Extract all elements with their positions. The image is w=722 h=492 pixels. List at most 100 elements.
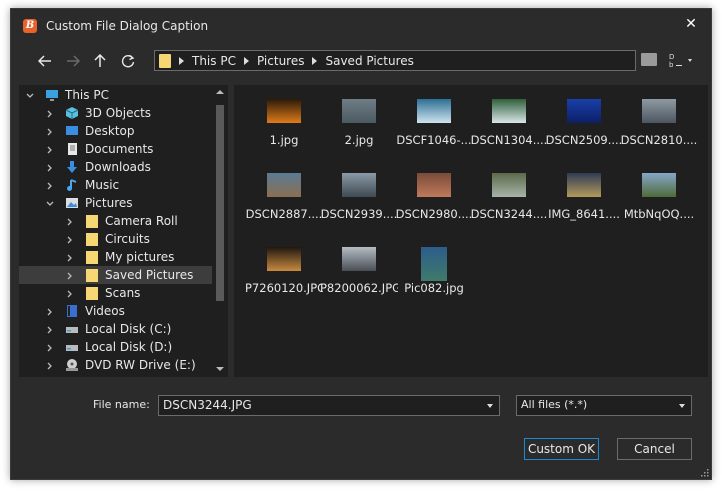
- file-name-value[interactable]: DSCN3244.JPG: [163, 398, 252, 412]
- file-item[interactable]: Pic082.jpg: [397, 243, 471, 313]
- tree-item-circuits[interactable]: Circuits: [19, 230, 212, 248]
- tree-item-local-disk-c[interactable]: Local Disk (C:): [19, 320, 212, 338]
- file-name: DSCF1046-...: [396, 133, 472, 147]
- tree-item-saved-pictures[interactable]: Saved Pictures: [19, 266, 212, 284]
- scroll-down-icon[interactable]: [216, 367, 224, 371]
- chevron-down-icon[interactable]: [45, 198, 55, 208]
- file-name: DSCN2887....: [245, 207, 323, 221]
- image-thumbnail: [267, 173, 301, 197]
- tree-item-music[interactable]: Music: [19, 176, 212, 194]
- file-item[interactable]: IMG_8641....: [547, 169, 621, 239]
- chevron-right-icon[interactable]: [45, 180, 55, 190]
- breadcrumb-saved-pictures[interactable]: Saved Pictures: [310, 54, 419, 68]
- chevron-right-icon[interactable]: [65, 252, 75, 262]
- file-item[interactable]: DSCN2810....: [621, 95, 697, 165]
- resize-grip-icon[interactable]: [699, 467, 709, 477]
- tree-item-documents[interactable]: Documents: [19, 140, 212, 158]
- tree-item-3d-objects[interactable]: 3D Objects: [19, 104, 212, 122]
- file-name: DSCN1304....: [470, 133, 548, 147]
- image-thumbnail: [492, 99, 526, 123]
- file-item[interactable]: DSCN2980....: [395, 169, 473, 239]
- chevron-down-icon[interactable]: [25, 90, 35, 100]
- tree-item-label: Music: [85, 178, 120, 192]
- tree-item-label: This PC: [65, 88, 109, 102]
- up-arrow-icon[interactable]: [88, 49, 112, 73]
- chevron-right-icon[interactable]: [45, 144, 55, 154]
- tree-item-label: Videos: [85, 304, 125, 318]
- chevron-right-icon[interactable]: [45, 306, 55, 316]
- file-list[interactable]: 1.jpg 2.jpg DSCF1046-... DSCN1304.... DSCN25…: [234, 85, 708, 377]
- folder-icon: [85, 286, 99, 300]
- tree-item-label: Downloads: [85, 160, 151, 174]
- chevron-right-icon[interactable]: [45, 108, 55, 118]
- chevron-right-icon[interactable]: [45, 342, 55, 352]
- file-item[interactable]: DSCF1046-...: [396, 95, 472, 165]
- image-thumbnail: [342, 247, 376, 271]
- file-type-value: All files (*.*): [521, 398, 588, 411]
- file-dialog-window: B Custom File Dialog Caption ✕ This PC P…: [10, 8, 712, 480]
- chevron-down-icon[interactable]: [679, 404, 685, 408]
- videos-icon: [65, 304, 79, 318]
- file-item[interactable]: DSCN2509....: [546, 95, 622, 165]
- chevron-right-icon[interactable]: [65, 270, 75, 280]
- chevron-right-icon[interactable]: [45, 162, 55, 172]
- file-name: 2.jpg: [344, 133, 374, 147]
- file-name-combobox[interactable]: DSCN3244.JPG: [158, 395, 500, 416]
- address-bar[interactable]: This PC Pictures Saved Pictures: [154, 50, 636, 71]
- file-item[interactable]: 1.jpg: [247, 95, 321, 165]
- chevron-right-icon[interactable]: [65, 234, 75, 244]
- file-name: DSCN2980....: [395, 207, 473, 221]
- tree-item-videos[interactable]: Videos: [19, 302, 212, 320]
- file-item[interactable]: DSCN3244....: [471, 169, 547, 239]
- file-item[interactable]: DSCN2887....: [245, 169, 323, 239]
- back-arrow-icon[interactable]: [33, 49, 57, 73]
- chevron-right-icon[interactable]: [65, 288, 75, 298]
- tree-item-scans[interactable]: Scans: [19, 284, 212, 302]
- tree-item-pictures[interactable]: Pictures: [19, 194, 212, 212]
- breadcrumb-pictures[interactable]: Pictures: [242, 54, 311, 68]
- tree-item-label: Local Disk (D:): [85, 340, 173, 354]
- file-item[interactable]: MtbNqOQ....: [622, 169, 696, 239]
- new-folder-icon[interactable]: [641, 53, 657, 66]
- tree-item-label: Local Disk (C:): [85, 322, 172, 336]
- image-thumbnail: [492, 173, 526, 197]
- tree-item-camera-roll[interactable]: Camera Roll: [19, 212, 212, 230]
- ok-button[interactable]: Custom OK: [524, 438, 599, 460]
- chevron-right-icon[interactable]: [45, 324, 55, 334]
- tree-item-my-pictures[interactable]: My pictures: [19, 248, 212, 266]
- scroll-up-icon[interactable]: [216, 90, 224, 94]
- refresh-icon[interactable]: [116, 49, 140, 73]
- folder-icon: [85, 250, 99, 264]
- folder-tree[interactable]: This PC 3D Objects Desktop Documents Downloa…: [19, 85, 228, 377]
- chevron-right-icon[interactable]: [65, 216, 75, 226]
- tree-item-this-pc[interactable]: This PC: [19, 86, 212, 104]
- tree-item-dvd-rw-drive-e[interactable]: DVD RW Drive (E:): [19, 356, 212, 374]
- image-thumbnail: [342, 99, 376, 123]
- title-bar[interactable]: B Custom File Dialog Caption ✕: [11, 9, 711, 41]
- tree-item-downloads[interactable]: Downloads: [19, 158, 212, 176]
- chevron-right-icon[interactable]: [45, 360, 55, 370]
- cancel-button[interactable]: Cancel: [617, 438, 692, 460]
- chevron-down-icon[interactable]: [487, 404, 493, 408]
- file-item[interactable]: P7260120.JPG: [245, 243, 323, 313]
- close-icon[interactable]: ✕: [681, 14, 701, 34]
- image-thumbnail: [567, 99, 601, 123]
- tree-item-local-disk-d[interactable]: Local Disk (D:): [19, 338, 212, 356]
- file-item[interactable]: P8200062.JPG: [320, 243, 398, 313]
- file-name: P8200062.JPG: [320, 281, 398, 295]
- file-name: Pic082.jpg: [404, 281, 464, 295]
- breadcrumb-this-pc[interactable]: This PC: [177, 54, 242, 68]
- desktop-icon: [65, 124, 79, 138]
- file-item[interactable]: 2.jpg: [322, 95, 396, 165]
- file-item[interactable]: DSCN2939....: [321, 169, 397, 239]
- file-item[interactable]: DSCN1304....: [470, 95, 548, 165]
- computer-icon: [45, 88, 59, 102]
- tree-scrollbar-thumb[interactable]: [216, 105, 224, 301]
- image-thumbnail: [417, 173, 451, 197]
- tree-item-desktop[interactable]: Desktop: [19, 122, 212, 140]
- chevron-right-icon[interactable]: [45, 126, 55, 136]
- view-options-icon[interactable]: D b: [666, 51, 696, 69]
- folder-icon: [85, 232, 99, 246]
- forward-arrow-icon[interactable]: [61, 49, 85, 73]
- file-type-filter[interactable]: All files (*.*): [516, 395, 692, 416]
